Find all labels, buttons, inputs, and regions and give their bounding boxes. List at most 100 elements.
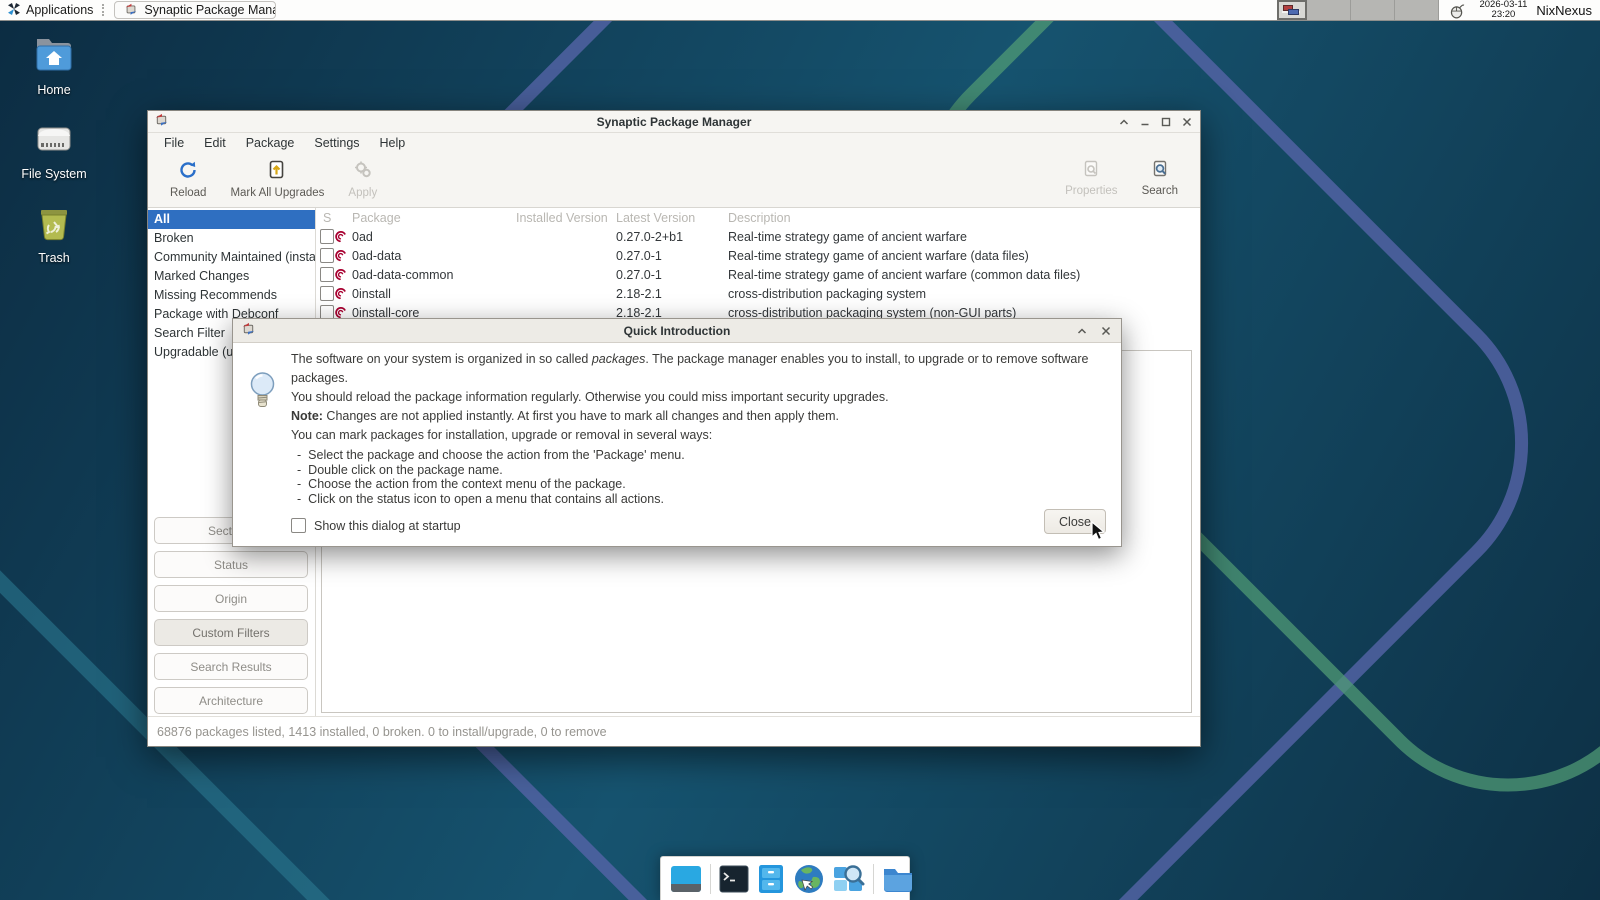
package-status-checkbox[interactable]	[320, 229, 334, 244]
search-icon	[1150, 159, 1170, 182]
column-header-latest-version[interactable]: Latest Version	[616, 211, 728, 225]
desktop-icon-trash[interactable]: Trash	[6, 202, 102, 265]
reload-icon	[177, 159, 199, 184]
desktop-icon-filesystem[interactable]: File System	[6, 118, 102, 181]
latest-version: 2.18-2.1	[616, 286, 662, 301]
application-finder-icon[interactable]	[833, 864, 865, 894]
column-header-installed-version[interactable]: Installed Version	[516, 211, 616, 225]
status-bar: 68876 packages listed, 1413 installed, 0…	[148, 716, 1200, 746]
mark-all-upgrades-button[interactable]: Mark All Upgrades	[218, 157, 336, 201]
filter-item-all[interactable]: All	[148, 210, 315, 229]
workspace-3[interactable]	[1351, 0, 1396, 20]
latest-version: 0.27.0-2+b1	[616, 229, 684, 244]
filter-item-missing-recommends[interactable]: Missing Recommends	[148, 286, 315, 305]
table-row[interactable]: 0ad-data 0.27.0-1 Real-time strategy gam…	[316, 246, 1200, 265]
maximize-window-button[interactable]	[1158, 114, 1173, 129]
table-header-row: S Package Installed Version Latest Versi…	[316, 208, 1200, 227]
filter-item-community-maintained[interactable]: Community Maintained (instal	[148, 248, 315, 267]
column-header-status[interactable]: S	[316, 211, 352, 225]
web-browser-globe-icon[interactable]	[793, 863, 825, 895]
mouse-cursor	[1091, 520, 1106, 547]
reload-button[interactable]: Reload	[158, 157, 218, 201]
trash-can-icon	[6, 202, 102, 247]
filter-item-marked-changes[interactable]: Marked Changes	[148, 267, 315, 286]
mouse-settings-tray-icon[interactable]	[1449, 2, 1466, 19]
properties-label: Properties	[1065, 185, 1118, 197]
mark-all-upgrades-label: Mark All Upgrades	[230, 187, 325, 199]
close-window-button[interactable]	[1179, 114, 1194, 129]
status-button[interactable]: Status	[154, 551, 308, 578]
pager-mini-window	[1288, 9, 1300, 15]
menu-settings[interactable]: Settings	[304, 133, 369, 153]
package-status-checkbox[interactable]	[320, 248, 334, 263]
dialog-title: Quick Introduction	[623, 323, 731, 338]
filter-item-broken[interactable]: Broken	[148, 229, 315, 248]
terminal-icon[interactable]	[719, 865, 749, 893]
intro-paragraph-note: Note: Changes are not applied instantly.…	[291, 409, 839, 423]
applications-menu-button[interactable]: Applications	[0, 0, 100, 20]
bullet-item: - Click on the status icon to open a menu…	[297, 491, 664, 506]
taskbar-window-button[interactable]: Synaptic Package Mana...	[114, 1, 277, 19]
file-manager-folder-icon[interactable]	[882, 865, 914, 893]
workspace-pager	[1277, 0, 1440, 20]
window-title: Synaptic Package Manager	[596, 114, 752, 129]
file-cabinet-icon[interactable]	[757, 864, 785, 894]
package-status-checkbox[interactable]	[320, 267, 334, 282]
desktop-icon-label: Trash	[38, 251, 70, 265]
menu-file[interactable]: File	[154, 133, 194, 153]
debian-swirl-icon	[334, 287, 352, 300]
workspace-1[interactable]	[1277, 0, 1308, 20]
dialog-titlebar[interactable]: Quick Introduction	[233, 319, 1121, 343]
show-dialog-at-startup-label: Show this dialog at startup	[314, 518, 461, 533]
shade-window-button[interactable]	[1116, 114, 1131, 129]
custom-filters-button[interactable]: Custom Filters	[154, 619, 308, 646]
workspace-4[interactable]	[1395, 0, 1440, 20]
package-description: cross-distribution packaging system	[728, 286, 926, 301]
latest-version: 0.27.0-1	[616, 248, 662, 263]
package-description: Real-time strategy game of ancient warfa…	[728, 248, 1029, 263]
user-menu[interactable]: NixNexus	[1536, 3, 1592, 18]
shade-dialog-button[interactable]	[1074, 323, 1089, 338]
table-row[interactable]: 0ad 0.27.0-2+b1 Real-time strategy game …	[316, 227, 1200, 246]
lightbulb-icon	[249, 371, 276, 414]
xfce-logo-icon	[7, 2, 21, 19]
show-desktop-icon[interactable]	[670, 865, 702, 893]
table-row[interactable]: 0ad-data-common 0.27.0-1 Real-time strat…	[316, 265, 1200, 284]
top-panel: Applications Synaptic Package Mana... 20…	[0, 0, 1600, 21]
menu-edit[interactable]: Edit	[194, 133, 236, 153]
properties-button[interactable]: Properties	[1053, 157, 1129, 199]
debian-swirl-icon	[334, 230, 352, 243]
intro-bullet-list: - Select the package and choose the actio…	[297, 448, 1107, 506]
bullet-item: - Select the package and choose the actio…	[297, 448, 685, 462]
panel-grip-handle[interactable]	[102, 4, 107, 16]
search-label: Search	[1141, 185, 1178, 197]
apply-button[interactable]: Apply	[336, 157, 389, 201]
taskbar-window-label: Synaptic Package Mana...	[144, 3, 277, 17]
apply-label: Apply	[348, 187, 378, 199]
package-status-checkbox[interactable]	[320, 286, 334, 301]
desktop-icon-label: File System	[21, 167, 87, 181]
debian-swirl-icon	[334, 249, 352, 262]
menu-help[interactable]: Help	[370, 133, 416, 153]
search-button[interactable]: Search	[1130, 157, 1190, 199]
column-header-description[interactable]: Description	[728, 211, 1200, 225]
status-bar-text: 68876 packages listed, 1413 installed, 0…	[157, 724, 607, 739]
workspace-2[interactable]	[1307, 0, 1352, 20]
table-row[interactable]: 0install 2.18-2.1 cross-distribution pac…	[316, 284, 1200, 303]
show-dialog-at-startup-checkbox[interactable]	[291, 518, 306, 533]
search-results-button[interactable]: Search Results	[154, 653, 308, 680]
panel-clock[interactable]: 2026-03-11 23:20	[1479, 0, 1527, 20]
architecture-button[interactable]: Architecture	[154, 687, 308, 714]
close-dialog-button[interactable]	[1098, 323, 1113, 338]
intro-paragraph-1: The software on your system is organized…	[291, 352, 1089, 385]
menu-package[interactable]: Package	[236, 133, 305, 153]
origin-button[interactable]: Origin	[154, 585, 308, 612]
package-description: Real-time strategy game of ancient warfa…	[728, 267, 1081, 282]
desktop-icon-home[interactable]: Home	[6, 34, 102, 97]
window-titlebar[interactable]: Synaptic Package Manager	[148, 111, 1200, 133]
properties-icon	[1081, 159, 1101, 182]
minimize-window-button[interactable]	[1137, 114, 1152, 129]
hard-drive-icon	[6, 118, 102, 163]
dock-separator	[710, 863, 711, 894]
column-header-package[interactable]: Package	[352, 211, 516, 225]
